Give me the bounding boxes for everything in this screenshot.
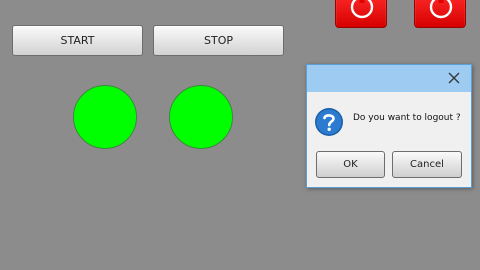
cancel-button-label: Cancel [410,159,444,170]
status-lamp-1 [73,85,137,149]
logout-dialog: Do you want to logout ? OK Cancel [306,64,472,188]
ok-button[interactable]: OK [316,151,385,178]
question-icon [315,108,343,136]
power-button-1[interactable] [335,0,387,28]
close-icon[interactable] [447,71,461,85]
start-button-label: START [60,34,95,47]
stop-button[interactable]: STOP [153,25,284,56]
power-button-2[interactable] [414,0,466,28]
power-icon [350,0,374,19]
stop-button-label: STOP [204,34,233,47]
ok-button-label: OK [343,159,358,170]
dialog-titlebar [307,65,471,92]
power-icon [429,0,453,19]
cancel-button[interactable]: Cancel [392,151,462,178]
status-lamp-2 [169,85,233,149]
dialog-message: Do you want to logout ? [353,113,461,123]
dialog-body: Do you want to logout ? OK Cancel [307,92,471,187]
start-button[interactable]: START [12,25,143,56]
